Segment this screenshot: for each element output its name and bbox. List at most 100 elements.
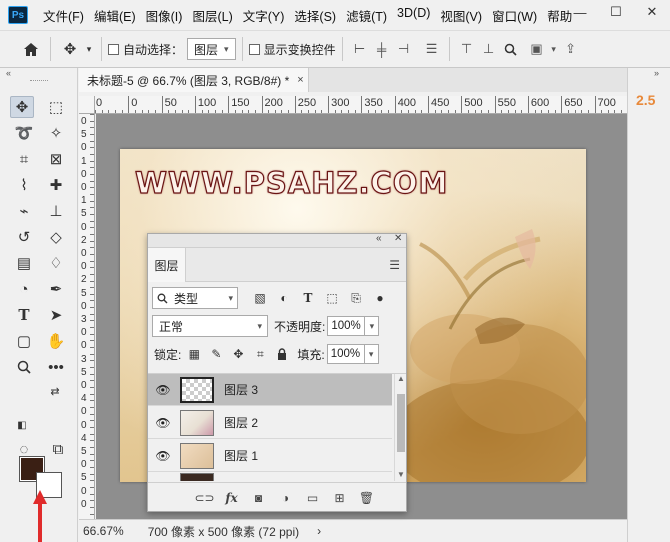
zoom-tool-icon[interactable] — [12, 356, 36, 378]
menu-layer[interactable]: 图层(L) — [187, 6, 237, 25]
new-layer-icon[interactable]: ⊞ — [326, 491, 353, 505]
fill-input[interactable]: 100% — [326, 344, 365, 364]
auto-select-checkbox[interactable] — [108, 43, 119, 55]
search-icon[interactable] — [500, 38, 522, 60]
lock-image-icon[interactable]: ✎ — [205, 344, 227, 364]
share-icon[interactable]: ⇪ — [560, 38, 582, 60]
frame-tool-icon[interactable]: ⊠ — [44, 148, 68, 170]
auto-select-target-dropdown[interactable]: 图层 ▾ — [187, 38, 236, 60]
type-tool-icon[interactable]: T — [12, 304, 36, 326]
collapse-icon[interactable]: « — [376, 233, 382, 244]
lock-position-icon[interactable]: ✥ — [227, 344, 249, 364]
close-window-button[interactable]: ✕ — [634, 0, 670, 24]
menu-file[interactable]: 文件(F) — [38, 6, 89, 25]
smart-object-filter-icon[interactable]: ⎘ — [344, 288, 368, 308]
menu-select[interactable]: 选择(S) — [289, 6, 341, 25]
visibility-eye-icon[interactable]: 👁 — [148, 383, 178, 397]
scroll-up-icon[interactable]: ▲ — [397, 374, 405, 383]
layer-style-icon[interactable]: fx — [218, 491, 245, 505]
quick-mask-icon[interactable]: ◌ — [12, 438, 36, 460]
panel-grip[interactable] — [30, 80, 48, 83]
filter-toggle-icon[interactable]: ● — [368, 288, 392, 308]
align-right-icon[interactable]: ⊣ — [393, 38, 415, 60]
rectangle-tool-icon[interactable]: ▢ — [12, 330, 36, 352]
scrollbar-thumb[interactable] — [397, 394, 405, 452]
swap-colors-icon[interactable]: ⇄ — [48, 384, 62, 398]
hand-tool-icon[interactable]: ✋ — [44, 330, 68, 352]
lock-artboard-icon[interactable]: ⌗ — [249, 344, 271, 364]
menu-filter[interactable]: 滤镜(T) — [341, 6, 392, 25]
lasso-tool-icon[interactable]: ➰ — [12, 122, 36, 144]
shape-filter-icon[interactable]: ⬚ — [320, 288, 344, 308]
chevron-down-icon[interactable]: ▾ — [548, 38, 560, 60]
layer-row[interactable]: 👁 图层 2 — [148, 407, 392, 439]
align-left-icon[interactable]: ⊢ — [349, 38, 371, 60]
new-group-icon[interactable]: ▭ — [299, 491, 326, 505]
blend-mode-dropdown[interactable]: 正常 ▾ — [152, 315, 268, 337]
trash-icon[interactable]: 🗑 — [353, 491, 380, 505]
gradient-tool-icon[interactable]: ▤ — [12, 252, 36, 274]
lock-all-icon[interactable] — [271, 344, 293, 364]
crop-tool-icon[interactable]: ⌗ — [12, 148, 36, 170]
collapse-icon[interactable]: « — [6, 68, 11, 78]
workspace-icon[interactable]: ▣ — [526, 38, 548, 60]
image-filter-icon[interactable]: ▧ — [248, 288, 272, 308]
magic-wand-tool-icon[interactable]: ✧ — [44, 122, 68, 144]
blur-tool-icon[interactable]: ♢ — [44, 252, 68, 274]
menu-edit[interactable]: 编辑(E) — [89, 6, 141, 25]
pen-tool-icon[interactable]: ✒ — [44, 278, 68, 300]
minimize-button[interactable]: — — [562, 0, 598, 24]
visibility-eye-icon[interactable]: 👁 — [148, 416, 178, 430]
scroll-down-icon[interactable]: ▼ — [397, 470, 405, 479]
link-layers-icon[interactable]: ⊂⊃ — [191, 491, 218, 505]
visibility-eye-icon[interactable]: 👁 — [148, 449, 178, 463]
tab-layers[interactable]: 图层 — [148, 248, 186, 282]
default-colors-icon[interactable]: ◧ — [14, 418, 30, 432]
healing-brush-tool-icon[interactable]: ✚ — [44, 174, 68, 196]
home-icon[interactable] — [18, 36, 44, 62]
panel-menu-icon[interactable]: ☰ — [389, 258, 400, 272]
close-icon[interactable]: ✕ — [394, 233, 402, 244]
layer-row[interactable]: 👁 图层 3 — [148, 374, 392, 406]
menu-image[interactable]: 图像(I) — [141, 6, 188, 25]
menu-view[interactable]: 视图(V) — [435, 6, 487, 25]
chevron-down-icon[interactable]: ▾ — [83, 36, 95, 62]
menu-type[interactable]: 文字(Y) — [238, 6, 290, 25]
chevron-down-icon[interactable]: ▾ — [365, 316, 380, 336]
menu-window[interactable]: 窗口(W) — [487, 6, 542, 25]
dodge-tool-icon[interactable]: ◔ — [12, 278, 36, 300]
panel-titlebar[interactable]: « ✕ — [148, 233, 406, 248]
align-horizontal-center-icon[interactable]: ╪ — [371, 38, 393, 60]
filter-kind-dropdown[interactable]: 类型 ▾ — [152, 287, 238, 309]
adjustment-layer-icon[interactable]: ◑ — [272, 491, 299, 505]
distribute-icon[interactable]: ☰ — [421, 38, 443, 60]
eraser-tool-icon[interactable]: ◇ — [44, 226, 68, 248]
layer-row[interactable] — [148, 472, 392, 481]
clone-stamp-tool-icon[interactable]: ⊥ — [44, 200, 68, 222]
path-selection-tool-icon[interactable]: ➤ — [44, 304, 68, 326]
menu-3d[interactable]: 3D(D) — [392, 6, 435, 25]
restore-button[interactable]: ☐ — [598, 0, 634, 24]
screen-mode-icon[interactable]: ⧉ — [46, 438, 70, 460]
add-mask-icon[interactable]: ◙ — [245, 491, 272, 505]
align-vertical-center-icon[interactable]: ⊥ — [478, 38, 500, 60]
close-icon[interactable]: × — [297, 74, 303, 86]
opacity-input[interactable]: 100% — [327, 316, 366, 336]
lock-transparent-icon[interactable]: ▦ — [183, 344, 205, 364]
collapse-icon[interactable]: » — [654, 68, 659, 78]
move-tool-icon[interactable]: ✥ — [57, 36, 83, 62]
history-brush-tool-icon[interactable]: ↺ — [12, 226, 36, 248]
align-top-icon[interactable]: ⊤ — [456, 38, 478, 60]
zoom-level[interactable]: 66.67% — [83, 524, 124, 538]
marquee-tool-icon[interactable]: ⬚ — [44, 96, 68, 118]
brush-tool-icon[interactable]: ⌁ — [12, 200, 36, 222]
eyedropper-tool-icon[interactable]: ⌇ — [12, 174, 36, 196]
status-menu-arrow[interactable]: › — [317, 524, 321, 538]
type-filter-icon[interactable]: T — [296, 288, 320, 308]
document-tab[interactable]: 未标题-5 @ 66.7% (图层 3, RGB/8#) * × — [79, 68, 309, 92]
more-tools-icon[interactable]: ••• — [44, 356, 68, 378]
adjustment-filter-icon[interactable]: ◐ — [272, 288, 296, 308]
layer-list-scrollbar[interactable]: ▲ ▼ — [394, 374, 406, 481]
chevron-down-icon[interactable]: ▾ — [364, 344, 379, 364]
layer-row[interactable]: 👁 图层 1 — [148, 440, 392, 472]
